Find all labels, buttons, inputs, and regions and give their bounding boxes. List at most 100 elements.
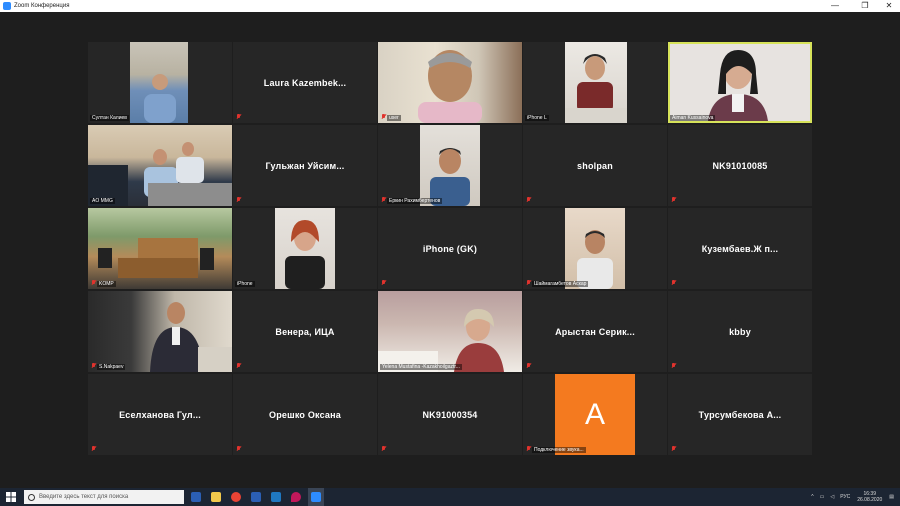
person-silhouette xyxy=(285,220,325,289)
participant-tile[interactable]: Yelena Mustafina -Kazakhoilgaztr... xyxy=(378,291,522,372)
windows-taskbar: Введите здесь текст для поиска ^ ▭ ◁ РУС… xyxy=(0,488,900,506)
participant-tile[interactable]: S.Nakpaev xyxy=(88,291,232,372)
participant-tile[interactable]: Гульжан Уйсим... xyxy=(233,125,377,206)
participant-tile[interactable]: A Подключение звука... xyxy=(523,374,667,455)
person-silhouette xyxy=(430,148,470,206)
participant-video xyxy=(88,291,232,372)
participant-avatar: A xyxy=(555,374,635,455)
person-silhouette xyxy=(418,50,482,123)
muted-mic-icon xyxy=(671,446,676,452)
clock[interactable]: 16:39 26.08.2020 xyxy=(857,491,882,503)
participant-name-center: Laura Kazembek... xyxy=(263,77,347,88)
participant-video xyxy=(378,291,522,372)
participant-name-center: kbby xyxy=(729,326,751,337)
participant-video xyxy=(420,125,480,206)
participant-tile[interactable]: sholpan xyxy=(523,125,667,206)
start-button[interactable] xyxy=(0,488,22,506)
person-silhouette xyxy=(708,50,768,121)
participant-video xyxy=(565,42,627,123)
participant-tile[interactable]: KOMP xyxy=(88,208,232,289)
participant-tile[interactable]: Шаймагамбетов Аскар xyxy=(523,208,667,289)
participant-video xyxy=(565,208,625,289)
participant-tile[interactable]: Султан Калиев xyxy=(88,42,232,123)
muted-mic-icon xyxy=(381,280,386,286)
muted-mic-icon xyxy=(671,280,676,286)
gallery-view: Султан Калиев Laura Kazembek... user iPh… xyxy=(0,12,900,488)
participant-tile[interactable]: Еселханова Гул... xyxy=(88,374,232,455)
participant-name-center: NK91010085 xyxy=(712,160,768,171)
language-indicator[interactable]: РУС xyxy=(840,494,850,500)
muted-mic-icon xyxy=(236,114,241,120)
participant-name: Шаймагамбетов Аскар xyxy=(532,281,589,287)
participant-tile[interactable]: Laura Kazembek... xyxy=(233,42,377,123)
muted-mic-icon xyxy=(671,363,676,369)
participant-name-center: NK91000354 xyxy=(422,409,478,420)
participant-tile-active-speaker[interactable]: Aiman Kussainova xyxy=(668,42,812,123)
participant-video xyxy=(130,42,188,123)
minimize-button[interactable]: — xyxy=(824,0,846,12)
participant-name: S.Nakpaev xyxy=(97,364,126,370)
participant-name: Yelena Mustafina -Kazakhoilgaztr... xyxy=(380,364,462,370)
person-silhouette xyxy=(577,230,613,289)
taskbar-search-input[interactable]: Введите здесь текст для поиска xyxy=(24,490,184,504)
participant-tile[interactable]: AO MMG xyxy=(88,125,232,206)
participant-tile[interactable]: Арыстан Серик... xyxy=(523,291,667,372)
chevron-up-icon[interactable]: ^ xyxy=(811,494,813,500)
muted-mic-icon xyxy=(381,197,386,203)
person-silhouette xyxy=(144,74,176,123)
notification-icon[interactable]: ▤ xyxy=(889,494,894,500)
conference-room-scene xyxy=(98,238,214,278)
window-titlebar: Zoom Конференция — ❐ ✕ xyxy=(0,0,900,12)
participant-video xyxy=(670,44,810,121)
clock-date: 26.08.2020 xyxy=(857,497,883,503)
word-app-icon[interactable] xyxy=(248,488,264,506)
muted-mic-icon xyxy=(91,363,96,369)
participant-tile[interactable]: Турсумбекова А... xyxy=(668,374,812,455)
close-button[interactable]: ✕ xyxy=(878,0,900,12)
participant-tile[interactable]: NK91000354 xyxy=(378,374,522,455)
search-icon xyxy=(28,493,35,501)
participant-name: AO MMG xyxy=(90,198,115,204)
participant-video xyxy=(88,125,232,206)
participant-name: user xyxy=(387,115,401,121)
chrome-icon[interactable] xyxy=(228,488,244,506)
participant-name-center: Венера, ИЦА xyxy=(275,326,335,337)
muted-mic-icon xyxy=(526,280,531,286)
outlook-icon[interactable] xyxy=(268,488,284,506)
participant-tile[interactable]: Кузембаев.Ж п... xyxy=(668,208,812,289)
muted-mic-icon xyxy=(91,446,96,452)
participant-video xyxy=(275,208,335,289)
participant-name-center: Гульжан Уйсим... xyxy=(265,160,345,171)
file-explorer-icon[interactable] xyxy=(208,488,224,506)
participant-name: KOMP xyxy=(97,281,116,287)
maximize-button[interactable]: ❐ xyxy=(854,0,876,12)
person-silhouette xyxy=(150,302,232,372)
network-icon[interactable]: ▭ xyxy=(820,494,825,500)
participant-tile[interactable]: kbby xyxy=(668,291,812,372)
participant-tile[interactable]: user xyxy=(378,42,522,123)
participant-name-center: Еселханова Гул... xyxy=(119,409,201,420)
participant-name-center: Турсумбекова А... xyxy=(698,409,782,420)
participant-tile[interactable]: iPhone xyxy=(233,208,377,289)
muted-mic-icon xyxy=(526,446,531,452)
participant-tile[interactable]: Еркин Рахимбертенов xyxy=(378,125,522,206)
muted-mic-icon xyxy=(236,446,241,452)
participant-name-center: Кузембаев.Ж п... xyxy=(701,243,779,254)
participant-tile[interactable]: iPhone (GK) xyxy=(378,208,522,289)
participant-name-center: sholpan xyxy=(577,160,613,171)
app-drop-icon[interactable] xyxy=(288,488,304,506)
word-app-icon[interactable] xyxy=(188,488,204,506)
participant-tile[interactable]: Венера, ИЦА xyxy=(233,291,377,372)
person-silhouette xyxy=(565,54,627,123)
participant-tile[interactable]: iPhone L xyxy=(523,42,667,123)
zoom-taskbar-icon[interactable] xyxy=(308,488,324,506)
participant-name-center: iPhone (GK) xyxy=(422,243,478,254)
participant-tile[interactable]: NK91010085 xyxy=(668,125,812,206)
participant-name: iPhone L xyxy=(525,115,549,121)
participant-name: Еркин Рахимбертенов xyxy=(387,198,443,204)
participant-tile[interactable]: Орешко Оксана xyxy=(233,374,377,455)
participant-name: Aiman Kussainova xyxy=(670,115,716,121)
muted-mic-icon xyxy=(526,197,531,203)
windows-logo-icon xyxy=(6,492,16,502)
volume-icon[interactable]: ◁ xyxy=(830,494,834,500)
